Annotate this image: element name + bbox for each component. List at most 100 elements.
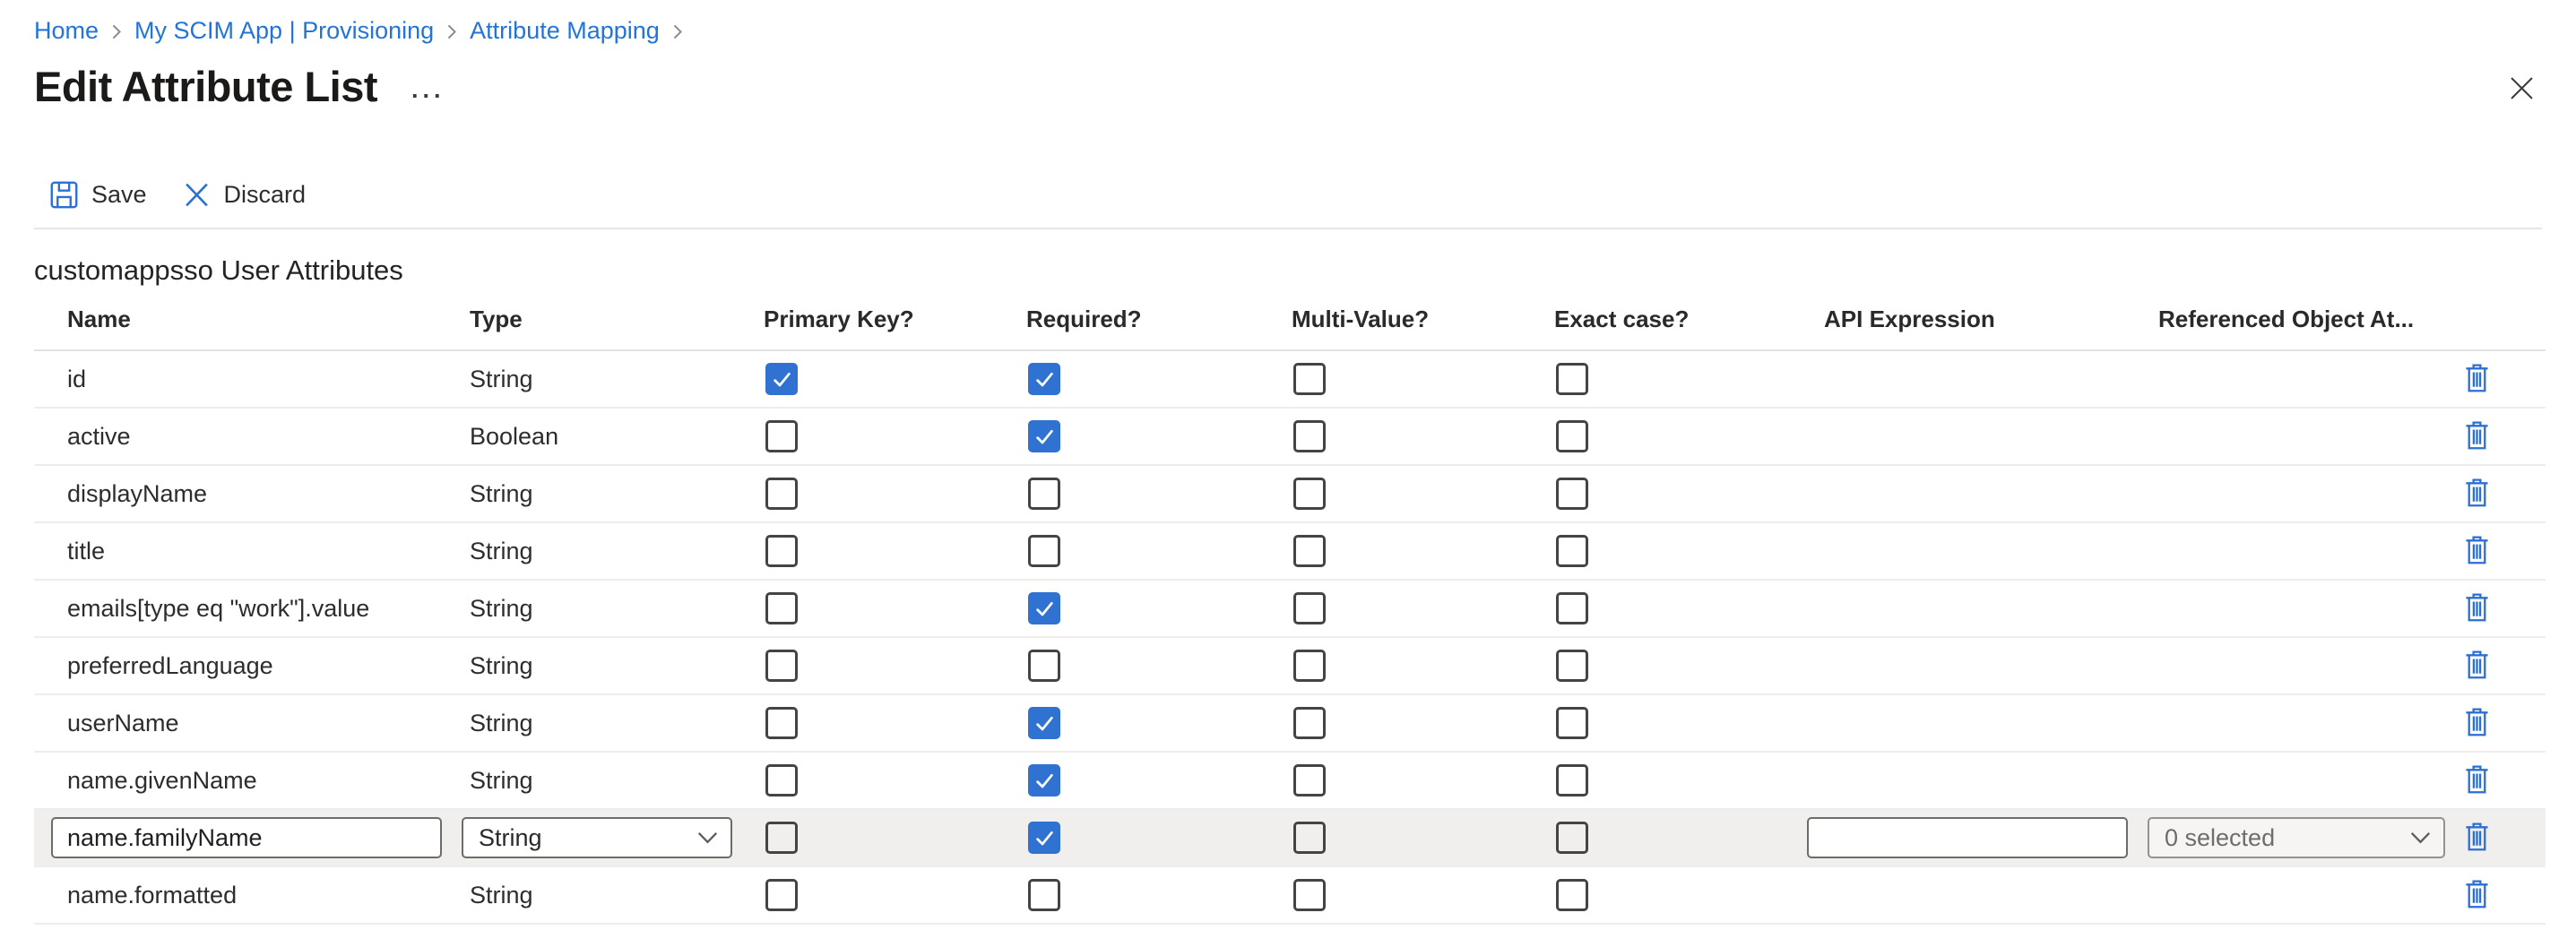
delete-row-button[interactable]	[2465, 364, 2489, 395]
delete-row-button[interactable]	[2465, 822, 2489, 854]
primary-key-checkbox[interactable]	[765, 535, 798, 567]
exact-case-checkbox[interactable]	[1556, 764, 1588, 797]
breadcrumb-link[interactable]: My SCIM App | Provisioning	[134, 17, 434, 45]
exact-case-checkbox[interactable]	[1556, 822, 1588, 854]
checkbox-cell	[1281, 420, 1543, 452]
required-checkbox[interactable]	[1028, 592, 1060, 624]
primary-key-checkbox[interactable]	[765, 707, 798, 739]
close-button[interactable]	[2509, 75, 2535, 104]
checkbox-cell	[753, 478, 1016, 510]
required-checkbox[interactable]	[1028, 879, 1060, 911]
trash-cell	[2465, 708, 2546, 739]
checkbox-cell	[1016, 764, 1281, 797]
required-checkbox[interactable]	[1028, 650, 1060, 682]
attribute-name: displayName	[67, 480, 207, 507]
breadcrumb-separator-icon	[672, 23, 683, 40]
save-button[interactable]: Save	[50, 181, 147, 209]
multi-value-checkbox[interactable]	[1293, 822, 1326, 854]
multi-value-checkbox[interactable]	[1293, 363, 1326, 395]
delete-row-button[interactable]	[2465, 593, 2489, 624]
api-expression-input[interactable]	[1807, 817, 2128, 858]
checkbox-cell	[1016, 535, 1281, 567]
multi-value-checkbox[interactable]	[1293, 478, 1326, 510]
exact-case-checkbox[interactable]	[1556, 420, 1588, 452]
delete-row-button[interactable]	[2465, 708, 2489, 739]
exact-case-checkbox[interactable]	[1556, 879, 1588, 911]
checkbox-cell	[1281, 879, 1543, 911]
checkmark-icon	[1033, 425, 1057, 449]
attribute-type: String	[470, 767, 533, 794]
multi-value-checkbox[interactable]	[1293, 650, 1326, 682]
type-select[interactable]: String	[462, 817, 732, 858]
checkbox-cell	[1016, 822, 1281, 854]
required-checkbox[interactable]	[1028, 535, 1060, 567]
exact-case-checkbox[interactable]	[1556, 478, 1588, 510]
trash-icon	[2465, 478, 2489, 510]
attribute-name: id	[67, 366, 86, 392]
multi-value-checkbox[interactable]	[1293, 879, 1326, 911]
delete-row-button[interactable]	[2465, 478, 2489, 510]
delete-row-button[interactable]	[2465, 650, 2489, 682]
name-cell: displayName	[34, 480, 459, 508]
delete-row-button[interactable]	[2465, 765, 2489, 797]
primary-key-checkbox[interactable]	[765, 822, 798, 854]
required-checkbox[interactable]	[1028, 707, 1060, 739]
page-title: Edit Attribute List	[34, 60, 377, 114]
discard-label: Discard	[224, 181, 307, 209]
type-select-value: String	[479, 824, 542, 852]
primary-key-checkbox[interactable]	[765, 363, 798, 395]
primary-key-checkbox[interactable]	[765, 478, 798, 510]
trash-cell	[2465, 880, 2546, 911]
trash-icon	[2465, 708, 2489, 739]
attributes-table: NameTypePrimary Key?Required?Multi-Value…	[34, 288, 2546, 925]
primary-key-checkbox[interactable]	[765, 879, 798, 911]
exact-case-checkbox[interactable]	[1556, 363, 1588, 395]
type-cell: String	[459, 595, 753, 623]
primary-key-checkbox[interactable]	[765, 420, 798, 452]
multi-value-checkbox[interactable]	[1293, 420, 1326, 452]
delete-row-button[interactable]	[2465, 536, 2489, 567]
type-cell: String	[459, 817, 753, 858]
type-cell: String	[459, 538, 753, 565]
primary-key-checkbox[interactable]	[765, 764, 798, 797]
exact-case-checkbox[interactable]	[1556, 650, 1588, 682]
required-checkbox[interactable]	[1028, 363, 1060, 395]
referenced-object-select[interactable]: 0 selected	[2148, 817, 2445, 858]
delete-row-button[interactable]	[2465, 880, 2489, 911]
table-row: activeBoolean	[34, 409, 2546, 466]
exact-case-checkbox[interactable]	[1556, 592, 1588, 624]
breadcrumb-link[interactable]: Home	[34, 17, 99, 45]
multi-value-checkbox[interactable]	[1293, 764, 1326, 797]
checkbox-cell	[1543, 650, 1807, 682]
required-checkbox[interactable]	[1028, 764, 1060, 797]
checkbox-cell	[1543, 822, 1807, 854]
attribute-type: String	[470, 882, 533, 908]
checkmark-icon	[1033, 769, 1057, 793]
required-checkbox[interactable]	[1028, 822, 1060, 854]
primary-key-checkbox[interactable]	[765, 592, 798, 624]
table-row: idString	[34, 351, 2546, 409]
checkbox-cell	[1016, 879, 1281, 911]
context-menu-button[interactable]: ...	[411, 76, 445, 104]
multi-value-checkbox[interactable]	[1293, 535, 1326, 567]
discard-icon	[183, 181, 211, 209]
delete-row-button[interactable]	[2465, 421, 2489, 452]
checkbox-cell	[753, 879, 1016, 911]
divider	[34, 228, 2542, 229]
exact-case-checkbox[interactable]	[1556, 707, 1588, 739]
primary-key-checkbox[interactable]	[765, 650, 798, 682]
required-checkbox[interactable]	[1028, 420, 1060, 452]
trash-icon	[2465, 765, 2489, 797]
checkbox-cell	[1281, 478, 1543, 510]
checkbox-cell	[1281, 592, 1543, 624]
checkbox-cell	[753, 707, 1016, 739]
exact-case-checkbox[interactable]	[1556, 535, 1588, 567]
required-checkbox[interactable]	[1028, 478, 1060, 510]
trash-cell	[2465, 650, 2546, 682]
multi-value-checkbox[interactable]	[1293, 592, 1326, 624]
checkbox-cell	[1543, 879, 1807, 911]
attribute-name-input[interactable]	[51, 817, 442, 858]
multi-value-checkbox[interactable]	[1293, 707, 1326, 739]
discard-button[interactable]: Discard	[183, 181, 307, 209]
breadcrumb-link[interactable]: Attribute Mapping	[470, 17, 660, 45]
